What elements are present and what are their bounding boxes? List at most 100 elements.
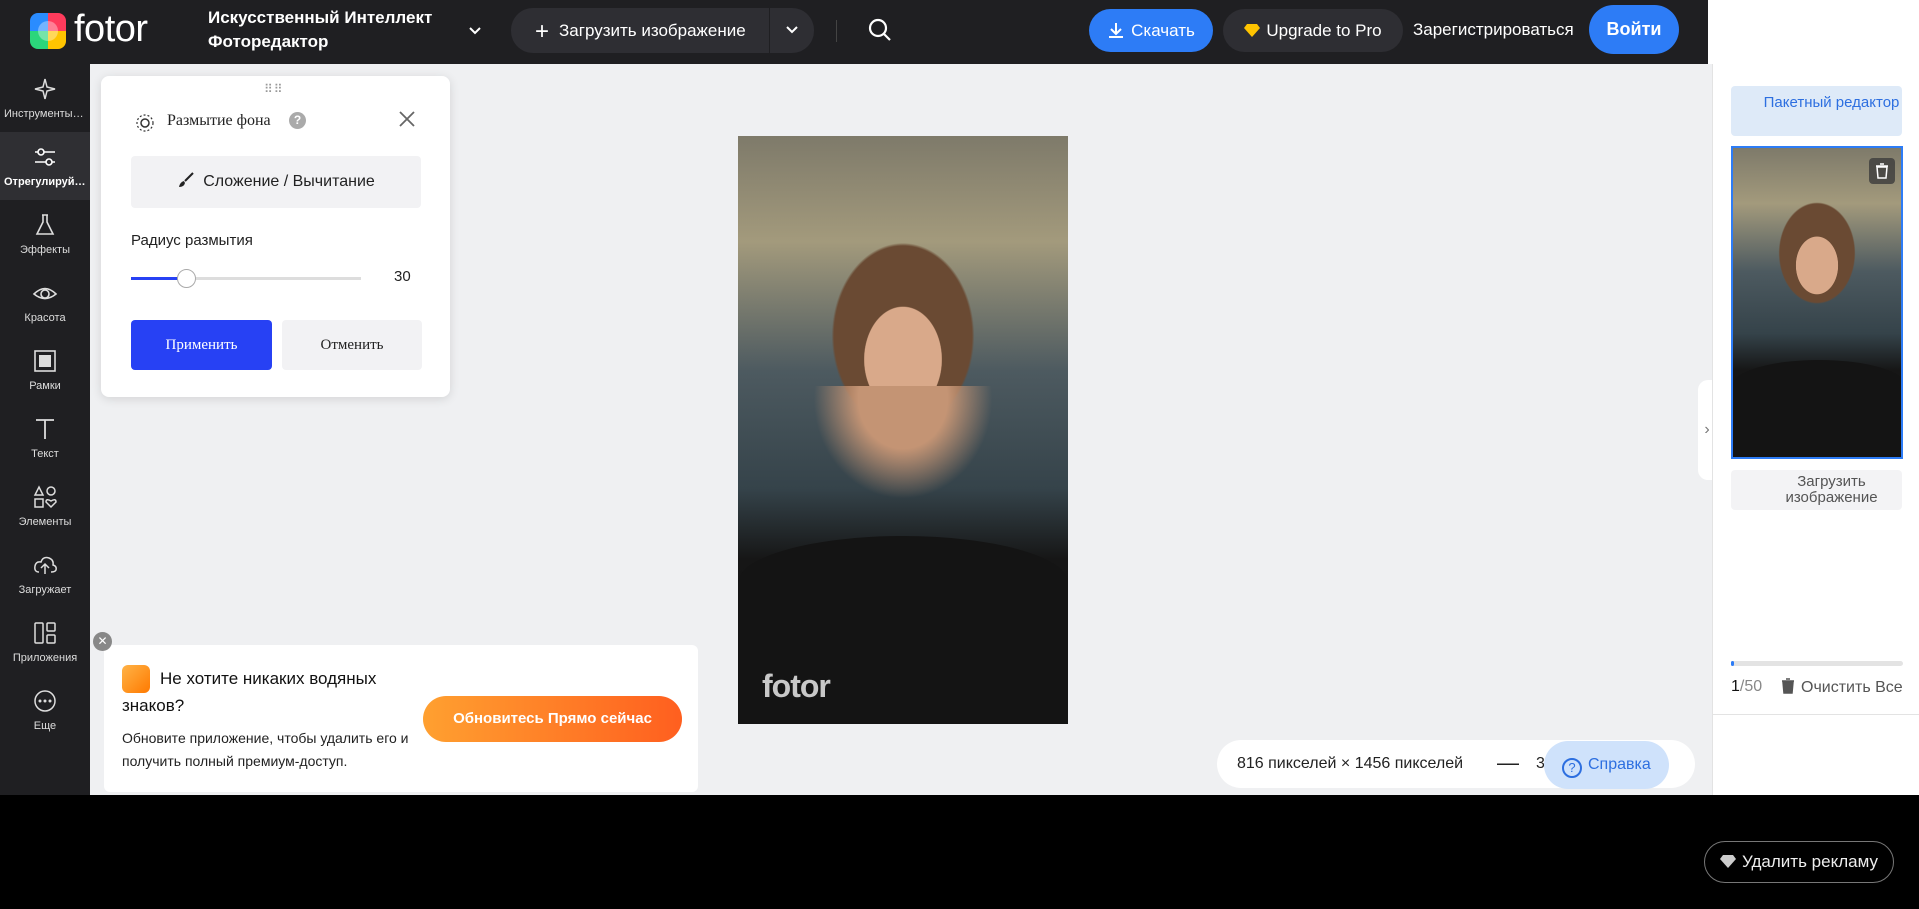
flask-icon — [35, 214, 55, 235]
tool-effects[interactable]: Эффекты — [0, 200, 90, 268]
remove-ads-button[interactable]: Удалить рекламу — [1704, 841, 1894, 883]
divider — [836, 20, 837, 42]
tool-beauty[interactable]: Красота — [0, 268, 90, 336]
blur-radius-value: 30 — [394, 268, 411, 285]
plus-icon: + — [535, 18, 550, 45]
upload-dropdown-button[interactable] — [770, 8, 814, 53]
diamond-icon — [1244, 24, 1261, 37]
promo-subtitle: Обновите приложение, чтобы удалить его и… — [122, 730, 409, 769]
trash-icon — [1876, 163, 1888, 179]
blur-background-panel: ⠿⠿ Размытие фона ? Сложение / Вычитание … — [101, 76, 450, 397]
tool-more[interactable]: Еще — [0, 676, 90, 744]
blur-radius-slider[interactable] — [131, 269, 361, 288]
tool-adjust[interactable]: Отрегулируйте — [0, 132, 90, 200]
upgrade-now-button[interactable]: Обновитесь Прямо сейчас — [423, 696, 682, 742]
register-link[interactable]: Зарегистрироваться — [1413, 20, 1574, 40]
help-icon[interactable]: ? — [289, 112, 306, 129]
login-button[interactable]: Войти — [1589, 5, 1679, 54]
tool-frames[interactable]: Рамки — [0, 336, 90, 404]
tool-apps[interactable]: Приложения — [0, 608, 90, 676]
blur-radius-label: Радиус размытия — [131, 232, 253, 249]
promo-title: Не хотите никаких водяных знаков? — [122, 669, 377, 715]
download-label: Скачать — [1131, 21, 1195, 40]
image-count: 1/50 — [1731, 678, 1762, 696]
tool-label: Эффекты — [19, 244, 70, 256]
progress-fill — [1731, 661, 1735, 666]
blur-icon — [136, 114, 154, 132]
thumbnail-detail — [1733, 360, 1901, 457]
right-panel: Пакетный редактор + Загрузить изображени… — [1712, 64, 1919, 795]
help-button[interactable]: ? Справка — [1544, 741, 1669, 789]
zoom-out-button[interactable]: — — [1497, 750, 1519, 776]
search-icon[interactable] — [866, 16, 894, 44]
count-current: 1 — [1731, 678, 1740, 695]
delete-icon[interactable] — [1869, 158, 1895, 184]
tool-text[interactable]: Текст — [0, 404, 90, 472]
clear-all-button[interactable]: Очистить Все — [1781, 678, 1903, 697]
count-total: /50 — [1739, 678, 1763, 695]
fotor-logo-icon[interactable] — [30, 13, 66, 49]
apps-icon — [34, 622, 56, 644]
image-thumbnail[interactable] — [1731, 146, 1903, 459]
top-right-strip — [1708, 0, 1919, 64]
tool-elements[interactable]: Элементы — [0, 472, 90, 540]
upload-image-button[interactable]: + Загрузить изображение — [511, 8, 769, 53]
tool-label: Приложения — [12, 652, 78, 664]
left-toolbar: Инструменты ИИ Отрегулируйте Эффекты Кра… — [0, 64, 90, 795]
app-title-line2: Фоторедактор — [208, 32, 329, 51]
upload-image-button[interactable]: Загрузить изображение — [1731, 470, 1902, 510]
close-icon[interactable] — [396, 108, 418, 130]
apply-button[interactable]: Применить — [131, 320, 272, 370]
frame-icon — [34, 350, 56, 372]
sparkle-icon — [34, 78, 56, 100]
chevron-down-icon[interactable] — [468, 24, 482, 38]
tool-label: Загружает — [18, 584, 72, 596]
chevron-down-icon — [786, 26, 798, 34]
download-button[interactable]: Скачать — [1089, 9, 1213, 52]
more-icon — [34, 690, 56, 712]
text-icon — [36, 419, 54, 439]
ad-bar — [0, 795, 1919, 909]
tool-uploads[interactable]: Загружает — [0, 540, 90, 608]
close-icon[interactable]: ✕ — [93, 632, 112, 651]
upgrade-promo: Не хотите никаких водяных знаков? Обнови… — [104, 645, 698, 792]
tool-label: Инструменты ИИ — [4, 108, 90, 120]
batch-editor-button[interactable]: Пакетный редактор — [1731, 86, 1902, 136]
upload-progress — [1731, 661, 1903, 666]
cloud-upload-icon — [34, 556, 57, 574]
tool-label: Рамки — [29, 380, 61, 392]
cancel-button[interactable]: Отменить — [282, 320, 422, 370]
diamond-icon — [1720, 855, 1737, 868]
logo-text[interactable]: fotor — [74, 8, 148, 51]
tool-label: Текст — [31, 448, 59, 460]
shapes-icon — [33, 485, 57, 509]
image-dimensions: 816 пикселей × 1456 пикселей — [1237, 755, 1464, 772]
divider — [1713, 714, 1919, 715]
brush-icon — [179, 172, 194, 187]
tool-ai-tools[interactable]: Инструменты ИИ — [0, 64, 90, 132]
remove-ads-label: Удалить рекламу — [1742, 852, 1878, 871]
upload-image-label: Загрузить изображение — [559, 21, 746, 40]
tool-label: Красота — [24, 312, 66, 324]
help-label: Справка — [1588, 756, 1651, 773]
trash-icon — [1782, 678, 1794, 694]
tool-label: Элементы — [18, 516, 72, 528]
tool-label: Отрегулируйте — [4, 176, 87, 188]
clear-all-label: Очистить Все — [1801, 679, 1903, 696]
question-icon: ? — [1562, 758, 1582, 778]
tool-label: Еще — [33, 720, 57, 732]
eye-icon — [32, 287, 58, 300]
add-subtract-button[interactable]: Сложение / Вычитание — [131, 156, 421, 208]
upgrade-pro-label: Upgrade to Pro — [1266, 21, 1382, 40]
watermark: fotor — [762, 668, 831, 704]
sliders-icon — [35, 148, 55, 166]
top-bar: fotor Искусственный Интеллект Фоторедакт… — [0, 0, 1708, 64]
panel-title: Размытие фона — [167, 112, 271, 129]
upgrade-pro-button[interactable]: Upgrade to Pro — [1223, 9, 1403, 52]
add-subtract-label: Сложение / Вычитание — [203, 173, 375, 190]
edited-photo[interactable]: fotor — [738, 136, 1068, 724]
app-title[interactable]: Искусственный Интеллект Фоторедактор — [208, 6, 432, 54]
drag-handle-icon[interactable]: ⠿⠿ — [264, 82, 284, 96]
app-title-line1: Искусственный Интеллект — [208, 8, 433, 27]
slider-handle[interactable] — [177, 269, 197, 288]
